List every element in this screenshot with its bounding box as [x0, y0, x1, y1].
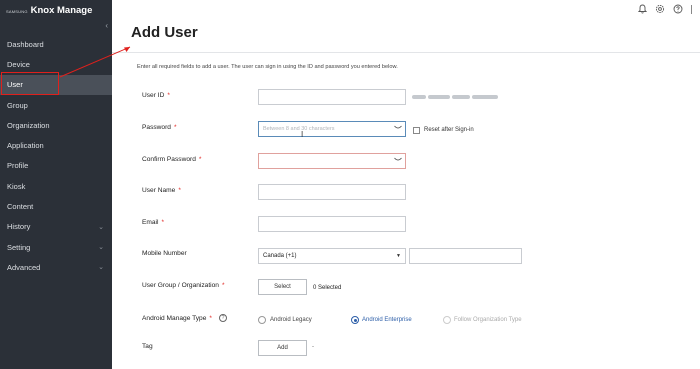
- text-cursor-icon: I: [301, 130, 304, 139]
- sidebar-item-label: Content: [7, 202, 34, 212]
- required-mark: *: [198, 156, 202, 163]
- sidebar-item-content[interactable]: Content: [0, 196, 112, 216]
- user-group-label: User Group / Organization *: [142, 282, 225, 289]
- password-input[interactable]: Between 8 and 30 characters: [258, 121, 406, 137]
- required-mark: *: [178, 187, 181, 194]
- label-text: Tag: [142, 343, 153, 350]
- radio-label: Follow Organization Type: [454, 317, 522, 323]
- blur-segment: [428, 95, 450, 99]
- reset-after-signin-label: Reset after Sign-in: [424, 127, 474, 133]
- chevron-down-icon: ⌄: [98, 244, 104, 252]
- gear-icon[interactable]: [655, 4, 665, 14]
- email-input[interactable]: [258, 216, 406, 232]
- selected-count: 0 Selected: [313, 285, 342, 291]
- mobile-number-label: Mobile Number: [142, 250, 187, 257]
- required-mark: *: [167, 92, 170, 99]
- country-code-select[interactable]: Canada (+1) ▼: [258, 248, 406, 264]
- eye-icon[interactable]: [394, 157, 402, 164]
- label-text: Mobile Number: [142, 250, 187, 257]
- dropdown-caret-icon: ▼: [396, 253, 401, 259]
- topbar-divider: [691, 4, 692, 14]
- sidebar-item-label: Setting: [7, 242, 31, 252]
- sidebar-item-label: Application: [7, 141, 44, 151]
- label-text: User Name: [142, 187, 176, 194]
- select-group-button[interactable]: Select: [258, 279, 307, 295]
- country-code-value: Canada (+1): [263, 253, 297, 259]
- user-name-input[interactable]: [258, 184, 406, 200]
- label-text: Android Manage Type: [142, 315, 207, 322]
- required-mark: *: [209, 315, 212, 322]
- password-label: Password *: [142, 124, 177, 131]
- sidebar-item-label: Advanced: [7, 262, 41, 272]
- topbar-icons: [637, 4, 692, 14]
- sidebar-item-label: Organization: [7, 120, 50, 130]
- sidebar-item-label: History: [7, 222, 31, 232]
- header-divider: [112, 52, 700, 53]
- required-mark: *: [221, 282, 225, 289]
- sidebar-item-label: User: [7, 80, 23, 90]
- sidebar-item-label: Device: [7, 59, 30, 69]
- chevron-down-icon: ⌄: [98, 223, 104, 231]
- help-icon[interactable]: ?: [219, 314, 227, 322]
- reset-after-signin-checkbox[interactable]: [413, 127, 420, 134]
- radio-android-legacy[interactable]: [258, 316, 266, 324]
- brand-large: Knox Manage: [30, 5, 93, 16]
- user-id-label: User ID *: [142, 92, 170, 99]
- sidebar-item-history[interactable]: History ⌄: [0, 217, 112, 237]
- radio-follow-organization-type: [443, 316, 451, 324]
- tag-label: Tag: [142, 343, 153, 350]
- brand-logo: SAMSUNG Knox Manage: [6, 5, 92, 17]
- chevron-down-icon: ⌄: [98, 264, 104, 272]
- android-manage-type-label: Android Manage Type *: [142, 315, 212, 322]
- label-text: User Group / Organization: [142, 282, 219, 289]
- blurred-value: [412, 93, 508, 101]
- label-text: Password: [142, 124, 171, 131]
- brand-small: SAMSUNG: [6, 9, 28, 14]
- bell-icon[interactable]: [637, 4, 647, 14]
- sidebar-item-label: Dashboard: [7, 39, 44, 49]
- radio-label: Android Legacy: [270, 317, 312, 323]
- radio-android-enterprise[interactable]: [351, 316, 359, 324]
- mobile-number-input[interactable]: [409, 248, 522, 264]
- email-label: Email *: [142, 219, 164, 226]
- blur-segment: [452, 95, 470, 99]
- help-icon[interactable]: [673, 4, 683, 14]
- add-tag-button[interactable]: Add: [258, 340, 307, 356]
- app-window: SAMSUNG Knox Manage ‹ Dashboard Device U…: [0, 0, 700, 369]
- sidebar-item-advanced[interactable]: Advanced ⌄: [0, 257, 112, 277]
- label-text: Confirm Password: [142, 156, 196, 163]
- label-text: User ID: [142, 92, 165, 99]
- sidebar-item-label: Kiosk: [7, 181, 26, 191]
- label-text: Email: [142, 219, 159, 226]
- page-title: Add User: [131, 24, 198, 41]
- sidebar-item-setting[interactable]: Setting ⌄: [0, 237, 112, 257]
- radio-label: Android Enterprise: [362, 317, 412, 323]
- sidebar-item-kiosk[interactable]: Kiosk: [0, 176, 112, 196]
- collapse-sidebar-icon[interactable]: ‹: [105, 21, 108, 30]
- confirm-password-label: Confirm Password *: [142, 156, 201, 163]
- tag-value: -: [312, 344, 314, 350]
- required-mark: *: [173, 124, 177, 131]
- password-placeholder: Between 8 and 30 characters: [263, 126, 335, 132]
- blur-segment: [472, 95, 498, 99]
- confirm-password-input[interactable]: [258, 153, 406, 169]
- blur-segment: [412, 95, 426, 99]
- user-name-label: User Name *: [142, 187, 181, 194]
- sidebar-item-group[interactable]: Group: [0, 95, 112, 115]
- eye-icon[interactable]: [394, 125, 402, 132]
- sidebar-item-profile[interactable]: Profile: [0, 156, 112, 176]
- annotation-arrow-icon: [59, 46, 131, 78]
- user-id-input[interactable]: [258, 89, 406, 105]
- sidebar-item-label: Group: [7, 100, 28, 110]
- sidebar-item-label: Profile: [7, 161, 29, 171]
- sidebar-item-application[interactable]: Application: [0, 135, 112, 155]
- sidebar-item-organization[interactable]: Organization: [0, 115, 112, 135]
- intro-text: Enter all required fields to add a user.…: [137, 64, 398, 70]
- required-mark: *: [161, 219, 165, 226]
